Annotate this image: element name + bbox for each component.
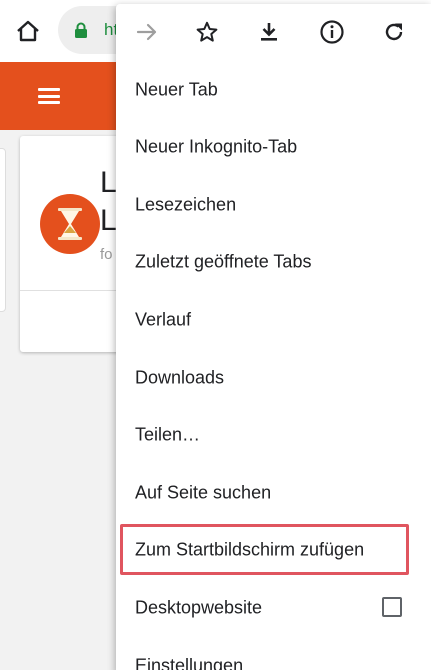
card-subtitle: fo [100, 246, 113, 263]
hourglass-app-icon [40, 194, 100, 254]
menu-item-label: Neuer Inkognito-Tab [135, 136, 298, 157]
menu-item-desktop-site[interactable]: Desktopwebsite [116, 580, 431, 636]
menu-item-label: Downloads [135, 367, 225, 388]
menu-item-label: Zuletzt geöffnete Tabs [135, 251, 312, 272]
lock-icon [74, 22, 88, 38]
menu-item-bookmarks[interactable]: Lesezeichen [116, 177, 431, 233]
menu-item-find-in-page[interactable]: Auf Seite suchen [116, 465, 431, 521]
menu-item-share[interactable]: Teilen… [116, 407, 431, 463]
card-title-second-line: L [100, 204, 117, 237]
desktop-site-checkbox[interactable] [382, 597, 402, 617]
menu-item-downloads[interactable]: Downloads [116, 350, 431, 406]
menu-item-recent-tabs[interactable]: Zuletzt geöffnete Tabs [116, 234, 431, 290]
menu-item-label: Verlauf [135, 309, 192, 330]
menu-item-new-tab[interactable]: Neuer Tab [116, 62, 431, 118]
home-icon[interactable] [14, 17, 42, 45]
menu-item-label: Teilen… [135, 424, 201, 445]
bookmark-star-icon[interactable] [194, 19, 220, 45]
highlight-box [120, 524, 409, 575]
side-panel-edge [0, 148, 6, 312]
info-icon[interactable] [319, 19, 345, 45]
download-icon[interactable] [256, 19, 282, 45]
menu-item-label: Neuer Tab [135, 79, 218, 100]
menu-item-label: Desktopwebsite [135, 597, 263, 618]
card-title: L [100, 166, 117, 199]
forward-icon[interactable] [134, 19, 160, 45]
menu-item-new-incognito-tab[interactable]: Neuer Inkognito-Tab [116, 119, 431, 175]
menu-item-settings[interactable]: Einstellungen [116, 638, 431, 670]
menu-toolbar [116, 4, 431, 62]
menu-item-label: Einstellungen [135, 655, 244, 670]
reload-icon[interactable] [381, 19, 407, 45]
menu-item-label: Lesezeichen [135, 194, 237, 215]
menu-item-label: Auf Seite suchen [135, 482, 272, 503]
hamburger-menu-icon[interactable] [38, 88, 60, 104]
menu-item-history[interactable]: Verlauf [116, 292, 431, 348]
